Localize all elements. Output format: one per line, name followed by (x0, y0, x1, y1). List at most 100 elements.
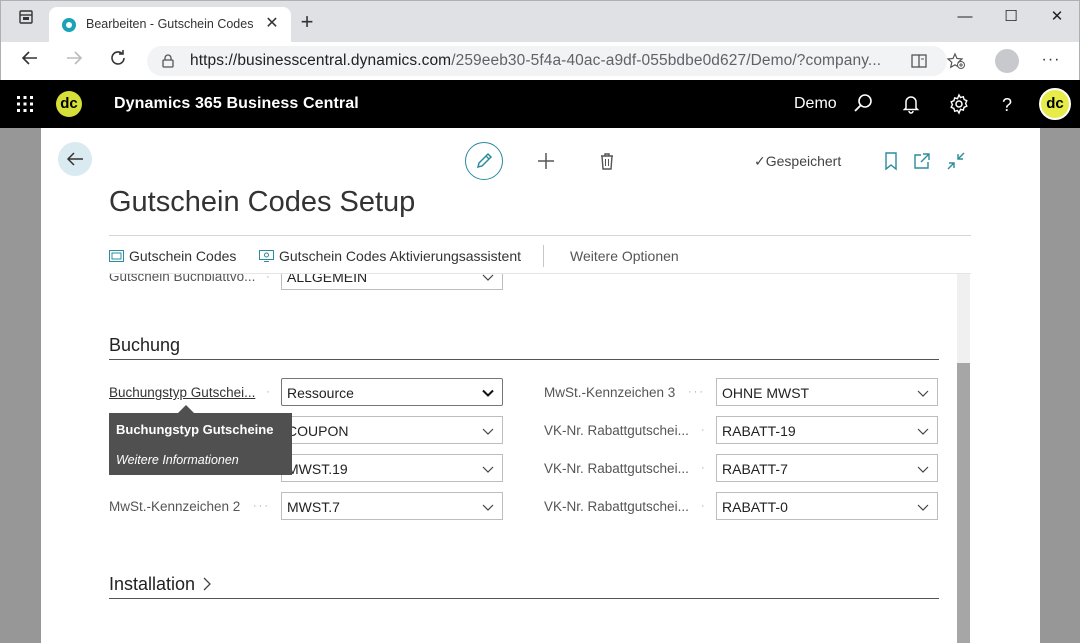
mwst3-dropdown[interactable]: OHNE MWST (716, 378, 938, 406)
refresh-icon[interactable] (106, 49, 130, 73)
chevron-down-icon (482, 504, 494, 511)
field-label-mwst3: MwSt.-Kennzeichen 3 (544, 385, 676, 400)
action-gutschein-codes-label: Gutschein Codes (129, 248, 237, 264)
open-new-window-icon[interactable] (911, 150, 933, 172)
field-label-mwst2: MwSt.-Kennzeichen 2 (109, 499, 241, 514)
scrollbar-thumb[interactable] (957, 363, 970, 643)
new-tab-button[interactable]: + (297, 11, 317, 33)
tooltip-more-info-link[interactable]: Weitere Informationen (116, 453, 239, 467)
url-field[interactable]: https://businesscentral.dynamics.com/259… (147, 46, 965, 76)
field-label-vk2: VK-Nr. Rabattgutschei... (544, 461, 689, 476)
section-installation-label: Installation (109, 574, 196, 594)
field-label-vk3: VK-Nr. Rabattgutschei... (544, 499, 689, 514)
vk2-dropdown[interactable]: RABATT-7 (716, 454, 938, 482)
field-dots: · (701, 462, 707, 474)
browser-tab-bar: Bearbeiten - Gutschein Codes Se ✕ + — ☐ … (0, 0, 1080, 43)
save-status-text: Gespeichert (765, 153, 842, 169)
bell-icon[interactable] (900, 93, 922, 115)
url-path: /259eeb30-5f4a-40ac-a9df-055bdbe0d627/De… (451, 52, 882, 69)
coupon-value: COUPON (287, 423, 349, 439)
action-activation-wizard-label: Gutschein Codes Aktivierungsassistent (279, 248, 522, 264)
company-name[interactable]: Demo (794, 95, 837, 113)
field-dots: · (701, 424, 707, 436)
section-installation[interactable]: Installation (109, 574, 212, 595)
vk3-value: RABATT-0 (722, 499, 788, 515)
posting-type-value: Ressource (287, 385, 354, 401)
action-gutschein-codes[interactable]: Gutschein Codes (109, 248, 236, 264)
title-divider (109, 235, 971, 236)
back-nav-icon[interactable] (18, 49, 42, 73)
reader-view-icon[interactable] (909, 52, 929, 70)
action-separator (543, 245, 544, 267)
field-dots: · (266, 274, 272, 283)
field-label-posting-type[interactable]: Buchungstyp Gutschei... (109, 385, 255, 400)
bookmark-icon[interactable] (880, 150, 902, 172)
url-text: https://businesscentral.dynamics.com/259… (190, 52, 910, 70)
mwst3-value: OHNE MWST (722, 385, 810, 401)
add-icon[interactable] (535, 150, 557, 172)
section-divider (109, 598, 939, 599)
chevron-down-icon (482, 466, 494, 473)
action-activation-wizard[interactable]: Gutschein Codes Aktivierungsassistent (259, 248, 521, 264)
tooltip-arrow (178, 405, 194, 413)
tooltip-title: Buchungstyp Gutscheine (116, 422, 274, 437)
journal-dropdown[interactable]: ALLGEMEIN (281, 274, 503, 290)
list-icon (109, 250, 124, 262)
back-button[interactable] (58, 142, 92, 176)
favorite-add-icon[interactable] (946, 52, 966, 70)
pencil-icon (476, 152, 493, 169)
field-tooltip: Buchungstyp Gutscheine Weitere Informati… (109, 413, 292, 475)
delete-icon[interactable] (596, 150, 618, 172)
field-dots: · (266, 386, 272, 398)
arrow-left-icon (66, 152, 83, 166)
vk1-value: RABATT-19 (722, 423, 796, 439)
address-bar: https://businesscentral.dynamics.com/259… (0, 42, 1080, 80)
field-label-journal: Gutschein Buchblattvo... (109, 274, 256, 284)
field-dots: ··· (253, 500, 270, 512)
mwst2-value: MWST.7 (287, 499, 340, 515)
posting-type-select[interactable]: Ressource (281, 378, 503, 406)
mwst2-dropdown[interactable]: MWST.7 (281, 492, 503, 520)
close-window-button[interactable]: ✕ (1044, 7, 1070, 27)
company-logo: dc (56, 91, 82, 117)
url-host: https://businesscentral.dynamics.com (190, 52, 452, 69)
wizard-icon (259, 250, 274, 262)
maximize-window-button[interactable]: ☐ (998, 7, 1024, 27)
window-menu-icon[interactable] (15, 9, 37, 31)
browser-tab[interactable]: Bearbeiten - Gutschein Codes Se ✕ (49, 7, 291, 43)
tab-title: Bearbeiten - Gutschein Codes Se (86, 17, 256, 31)
coupon-dropdown[interactable]: COUPON (281, 416, 503, 444)
vk3-dropdown[interactable]: RABATT-0 (716, 492, 938, 520)
section-divider (109, 359, 939, 360)
edit-button[interactable] (465, 142, 503, 180)
vk1-dropdown[interactable]: RABATT-19 (716, 416, 938, 444)
action-more-options[interactable]: Weitere Optionen (570, 248, 679, 264)
close-tab-icon[interactable]: ✕ (263, 15, 281, 33)
browser-more-icon[interactable]: ··· (1039, 49, 1063, 73)
field-label-vk1: VK-Nr. Rabattgutschei... (544, 423, 689, 438)
section-buchung[interactable]: Buchung (109, 335, 180, 356)
mwst19-dropdown[interactable]: MWST.19 (281, 454, 503, 482)
gear-icon[interactable] (948, 93, 970, 115)
field-dots: ··· (688, 386, 705, 398)
user-avatar[interactable]: dc (1039, 88, 1071, 120)
save-status: ✓Gespeichert (754, 153, 841, 170)
collapse-icon[interactable] (945, 150, 967, 172)
dynamics-favicon-icon (62, 18, 76, 32)
forward-nav-icon[interactable] (62, 49, 86, 73)
app-title: Dynamics 365 Business Central (114, 95, 359, 112)
app-bar: dc Dynamics 365 Business Central Demo ? (0, 80, 1080, 128)
chevron-down-icon (482, 389, 494, 397)
chevron-down-icon (917, 504, 929, 511)
journal-value: ALLGEMEIN (287, 274, 368, 285)
app-launcher-icon[interactable] (16, 95, 34, 113)
minimize-window-button[interactable]: — (952, 7, 978, 27)
page-title: Gutschein Codes Setup (109, 186, 416, 218)
chevron-down-icon (917, 466, 929, 473)
mwst19-value: MWST.19 (287, 461, 348, 477)
profile-avatar[interactable] (995, 49, 1019, 73)
help-icon[interactable]: ? (996, 93, 1018, 115)
field-dots: · (701, 500, 707, 512)
check-icon: ✓ (754, 153, 766, 169)
search-icon[interactable] (852, 93, 874, 115)
